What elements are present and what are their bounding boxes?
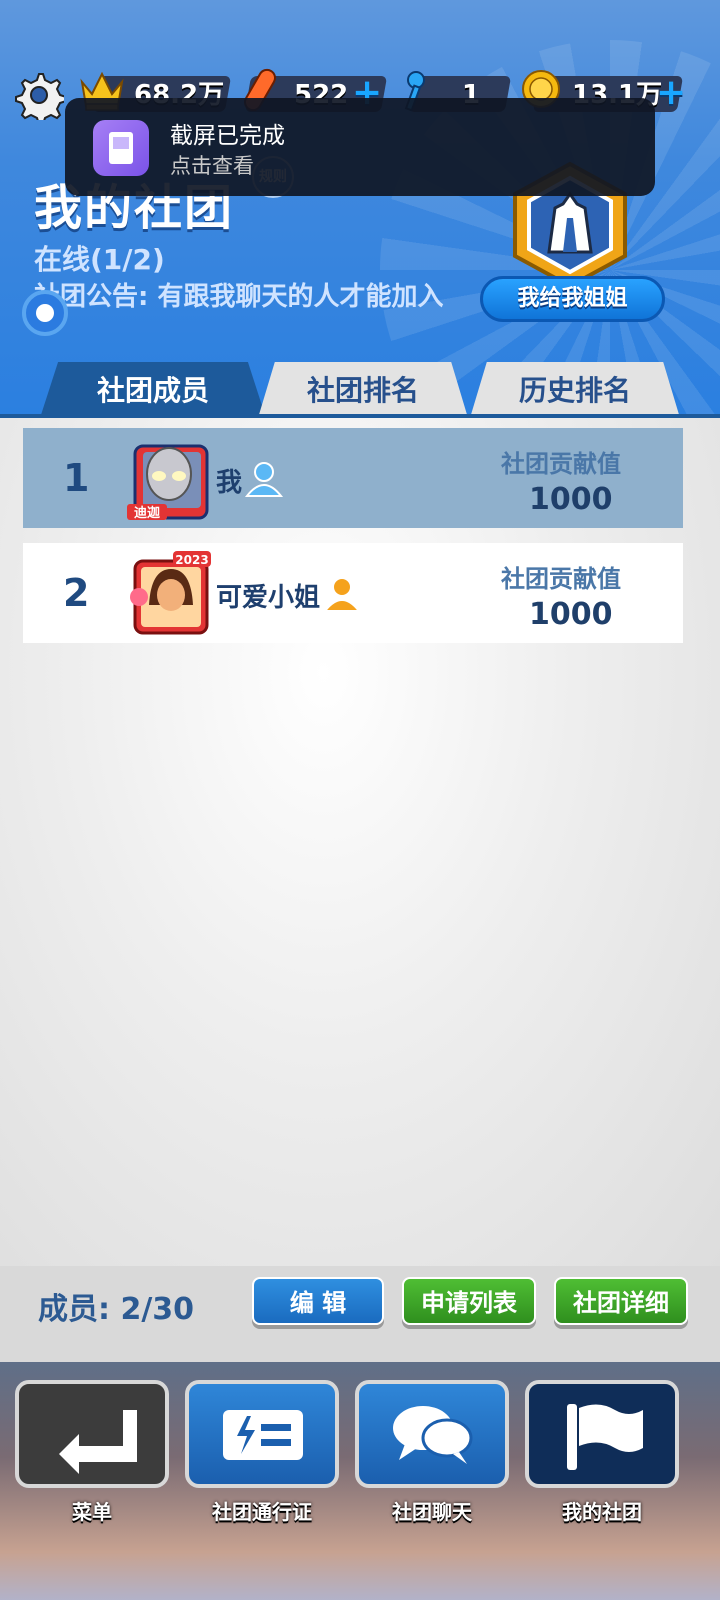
member-avatar[interactable]: 迪迦 (123, 432, 215, 524)
member-name: 我 (216, 468, 243, 498)
apply-list-button[interactable]: 申请列表 (402, 1277, 536, 1325)
nav-menu-label: 菜单 (72, 1500, 112, 1524)
member-rank: 1 (63, 456, 90, 500)
member-count: 成员: 2/30 (38, 1292, 195, 1327)
person-orange-icon (321, 575, 363, 615)
nav-chat-button[interactable] (355, 1380, 509, 1488)
floating-ball-icon[interactable] (22, 290, 68, 336)
nav-menu-button[interactable] (15, 1380, 169, 1488)
club-detail-button[interactable]: 社团详细 (554, 1277, 688, 1325)
coin-add-plus-icon[interactable]: + (656, 74, 686, 112)
settings-gear-icon[interactable] (14, 70, 67, 125)
gallery-icon (93, 120, 149, 176)
member-rank: 2 (63, 571, 90, 615)
flag-icon (567, 1404, 643, 1470)
chat-bubbles-icon (393, 1406, 473, 1464)
club-name-banner: 我给我姐姐 (480, 276, 665, 322)
toast-subtitle: 点击查看 (170, 154, 254, 178)
nav-pass-button[interactable] (185, 1380, 339, 1488)
contribution-value: 1000 (529, 482, 613, 517)
club-tabs: 社团成员 社团排名 历史排名 (0, 362, 720, 418)
pass-ticket-icon (223, 1410, 303, 1460)
nav-chat-label: 社团聊天 (392, 1500, 472, 1524)
member-avatar[interactable]: 2023 (123, 547, 215, 639)
member-row[interactable]: 1 迪迦 我 社团贡献值 1000 (23, 428, 683, 528)
online-count: 在线(1/2) (34, 243, 165, 276)
nav-my-club-button[interactable] (525, 1380, 679, 1488)
member-row[interactable]: 2 2023 可爱小姐 社团贡献值 1000 (23, 543, 683, 643)
contribution-label: 社团贡献值 (501, 565, 621, 593)
avatar-frame-label: 迪迦 (134, 505, 160, 521)
tab-club-ranking[interactable]: 社团排名 (258, 362, 468, 418)
screenshot-toast[interactable]: 截屏已完成 点击查看 (65, 98, 655, 196)
edit-button[interactable]: 编 辑 (252, 1277, 384, 1325)
nav-my-club-label: 我的社团 (562, 1500, 642, 1524)
tab-history-ranking[interactable]: 历史排名 (470, 362, 680, 418)
toast-title: 截屏已完成 (170, 123, 285, 149)
contribution-value: 1000 (529, 597, 613, 632)
avatar-frame-label: 2023 (175, 553, 208, 567)
person-blue-icon (243, 460, 285, 500)
contribution-label: 社团贡献值 (501, 450, 621, 478)
nav-pass-label: 社团通行证 (212, 1500, 312, 1524)
member-name: 可爱小姐 (216, 583, 321, 613)
tab-club-members[interactable]: 社团成员 (40, 362, 266, 418)
enter-arrow-icon (59, 1410, 137, 1474)
club-notice: 社团公告: 有跟我聊天的人才能加入 (34, 282, 444, 312)
